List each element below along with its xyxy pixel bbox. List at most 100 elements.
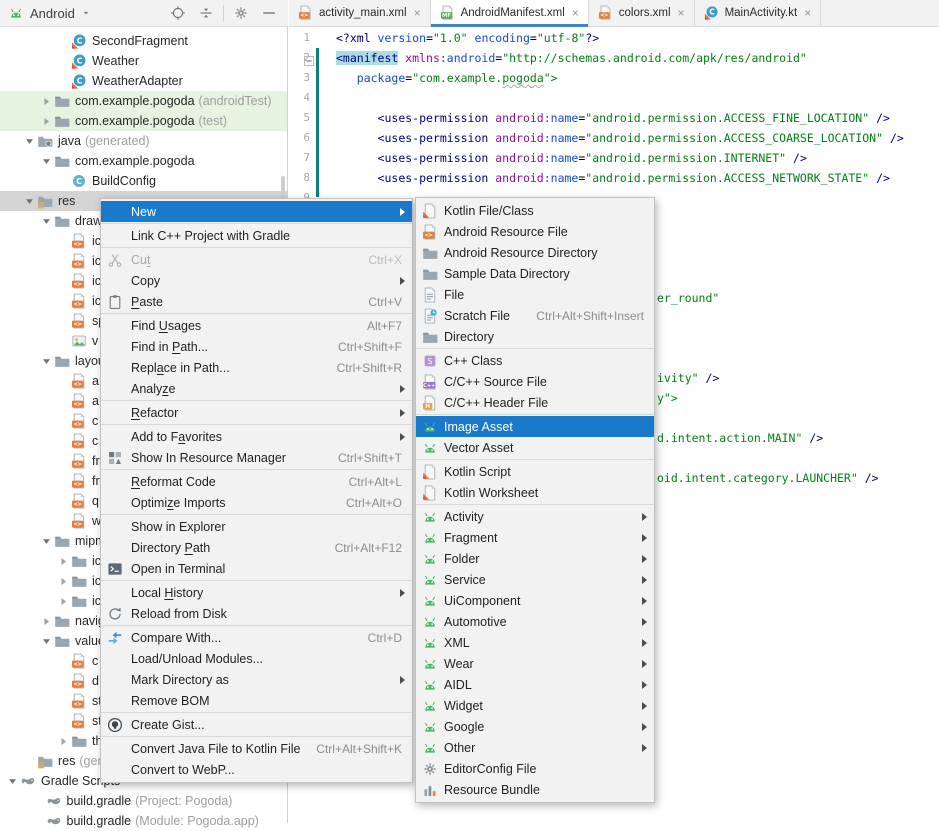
menu-item-fragment[interactable]: Fragment <box>416 527 654 548</box>
menu-item-kotlin-file-class[interactable]: Kotlin File/Class <box>416 200 654 221</box>
hide-panel-button[interactable] <box>258 2 280 24</box>
menu-item-google[interactable]: Google <box>416 716 654 737</box>
menu-item-activity[interactable]: Activity <box>416 506 654 527</box>
collapse-all-button[interactable] <box>195 2 217 24</box>
tree-item-weatheradapter[interactable]: CWeatherAdapter <box>0 71 287 91</box>
menu-item-editorconfig-file[interactable]: EditorConfig File <box>416 758 654 779</box>
tree-item-com-example-pogoda-androidtest[interactable]: com.example.pogoda (androidTest) <box>0 91 287 111</box>
menu-item-resource-bundle[interactable]: Resource Bundle <box>416 779 654 800</box>
menu-item-copy[interactable]: Copy <box>101 270 412 291</box>
tree-item-com-example-pogoda[interactable]: com.example.pogoda <box>0 151 287 171</box>
menu-item-show-in-resource-manager[interactable]: Show In Resource ManagerCtrl+Shift+T <box>101 447 412 468</box>
expanded-arrow-icon[interactable] <box>21 131 37 151</box>
collapsed-arrow-icon[interactable] <box>38 91 54 111</box>
tree-item-weather[interactable]: CWeather <box>0 51 287 71</box>
expanded-arrow-icon[interactable] <box>38 211 54 231</box>
menu-item-aidl[interactable]: AIDL <box>416 674 654 695</box>
menu-item-folder[interactable]: Folder <box>416 548 654 569</box>
menu-item-show-in-explorer[interactable]: Show in Explorer <box>101 516 412 537</box>
arrow-spacer <box>55 491 71 511</box>
tab-activity-main-xml[interactable]: <>activity_main.xml× <box>289 0 431 26</box>
menu-item-android-resource-directory[interactable]: Android Resource Directory <box>416 242 654 263</box>
menu-item-link-c-project-with-gradle[interactable]: Link C++ Project with Gradle <box>101 225 412 246</box>
collapsed-arrow-icon[interactable] <box>38 611 54 631</box>
close-icon[interactable]: × <box>414 7 421 19</box>
menu-item-sample-data-directory[interactable]: Sample Data Directory <box>416 263 654 284</box>
menu-item-reformat-code[interactable]: Reformat CodeCtrl+Alt+L <box>101 471 412 492</box>
menu-item-image-asset[interactable]: Image Asset <box>416 416 654 437</box>
expanded-arrow-icon[interactable] <box>38 151 54 171</box>
menu-item-refactor[interactable]: Refactor <box>101 402 412 423</box>
menu-item-find-usages[interactable]: Find UsagesAlt+F7 <box>101 315 412 336</box>
menu-item-c-c-header-file[interactable]: HC/C++ Header File <box>416 392 654 413</box>
tab-androidmanifest-xml[interactable]: MFAndroidManifest.xml× <box>431 0 589 26</box>
menu-item-compare-with[interactable]: Compare With...Ctrl+D <box>101 627 412 648</box>
menu-item-shortcut: Ctrl+Alt+L <box>335 475 412 489</box>
close-icon[interactable]: × <box>804 7 811 19</box>
menu-item-create-gist[interactable]: Create Gist... <box>101 714 412 735</box>
menu-item-widget[interactable]: Widget <box>416 695 654 716</box>
settings-button[interactable] <box>230 2 252 24</box>
close-icon[interactable]: × <box>572 7 579 19</box>
close-icon[interactable]: × <box>678 7 685 19</box>
tab-colors-xml[interactable]: <>colors.xml× <box>589 0 695 26</box>
menu-item-other[interactable]: Other <box>416 737 654 758</box>
menu-item-kotlin-worksheet[interactable]: Kotlin Worksheet <box>416 482 654 503</box>
menu-item-service[interactable]: Service <box>416 569 654 590</box>
menu-item-mark-directory-as[interactable]: Mark Directory as <box>101 669 412 690</box>
tree-item-secondfragment[interactable]: CSecondFragment <box>0 31 287 51</box>
menu-item-remove-bom[interactable]: Remove BOM <box>101 690 412 711</box>
expanded-arrow-icon[interactable] <box>38 531 54 551</box>
menu-item-paste[interactable]: PasteCtrl+V <box>101 291 412 312</box>
collapsed-arrow-icon[interactable] <box>55 591 71 611</box>
menu-item-load-unload-modules[interactable]: Load/Unload Modules... <box>101 648 412 669</box>
tree-item-label: res <box>58 194 75 208</box>
menu-item-c-c-source-file[interactable]: C++C/C++ Source File <box>416 371 654 392</box>
collapsed-arrow-icon[interactable] <box>38 111 54 131</box>
tree-item-buildconfig[interactable]: CBuildConfig <box>0 171 287 191</box>
menu-item-local-history[interactable]: Local History <box>101 582 412 603</box>
collapsed-arrow-icon[interactable] <box>55 731 71 751</box>
tree-item-com-example-pogoda-test[interactable]: com.example.pogoda (test) <box>0 111 287 131</box>
expanded-arrow-icon[interactable] <box>38 631 54 651</box>
menu-item-cut[interactable]: CutCtrl+X <box>101 249 412 270</box>
menu-item-uicomponent[interactable]: UiComponent <box>416 590 654 611</box>
tree-item-build-gradle-project-pogoda[interactable]: build.gradle (Project: Pogoda) <box>0 791 287 811</box>
menu-item-directory-path[interactable]: Directory PathCtrl+Alt+F12 <box>101 537 412 558</box>
menu-item-kotlin-script[interactable]: Kotlin Script <box>416 461 654 482</box>
tree-item-java-generated[interactable]: java (generated) <box>0 131 287 151</box>
menu-item-convert-java-file-to-kotlin-file[interactable]: Convert Java File to Kotlin FileCtrl+Alt… <box>101 738 412 759</box>
file-icon <box>422 287 438 303</box>
menu-item-new[interactable]: New <box>101 201 412 222</box>
menu-item-add-to-favorites[interactable]: Add to Favorites <box>101 426 412 447</box>
menu-item-optimize-imports[interactable]: Optimize ImportsCtrl+Alt+O <box>101 492 412 513</box>
menu-item-replace-in-path[interactable]: Replace in Path...Ctrl+Shift+R <box>101 357 412 378</box>
expanded-arrow-icon[interactable] <box>21 191 37 211</box>
menu-item-xml[interactable]: XML <box>416 632 654 653</box>
menu-item-convert-to-webp[interactable]: Convert to WebP... <box>101 759 412 780</box>
menu-item-directory[interactable]: Directory <box>416 326 654 347</box>
menu-item-reload-from-disk[interactable]: Reload from Disk <box>101 603 412 624</box>
menu-item-open-in-terminal[interactable]: Open in Terminal <box>101 558 412 579</box>
locate-file-button[interactable] <box>167 2 189 24</box>
menu-item-label: Replace in Path... <box>101 361 230 375</box>
menu-item-c-class[interactable]: SC++ Class <box>416 350 654 371</box>
menu-item-automotive[interactable]: Automotive <box>416 611 654 632</box>
menu-item-find-in-path[interactable]: Find in Path...Ctrl+Shift+F <box>101 336 412 357</box>
expanded-arrow-icon[interactable] <box>38 351 54 371</box>
menu-item-analyze[interactable]: Analyze <box>101 378 412 399</box>
expanded-arrow-icon[interactable] <box>4 771 20 791</box>
menu-item-vector-asset[interactable]: Vector Asset <box>416 437 654 458</box>
collapsed-arrow-icon[interactable] <box>55 571 71 591</box>
collapsed-arrow-icon[interactable] <box>55 551 71 571</box>
line-number: 3 <box>289 68 310 88</box>
menu-item-file[interactable]: File <box>416 284 654 305</box>
tree-item-build-gradle-module-pogoda-app[interactable]: build.gradle (Module: Pogoda.app) <box>0 811 287 831</box>
menu-item-wear[interactable]: Wear <box>416 653 654 674</box>
project-view-selector[interactable]: Android <box>8 5 91 21</box>
menu-item-scratch-file[interactable]: Scratch FileCtrl+Alt+Shift+Insert <box>416 305 654 326</box>
tab-mainactivity-kt[interactable]: CMainActivity.kt× <box>695 0 822 26</box>
menu-item-android-resource-file[interactable]: <>Android Resource File <box>416 221 654 242</box>
code-fragment: y"> <box>657 388 678 408</box>
cpp-source-icon: C++ <box>422 374 438 390</box>
